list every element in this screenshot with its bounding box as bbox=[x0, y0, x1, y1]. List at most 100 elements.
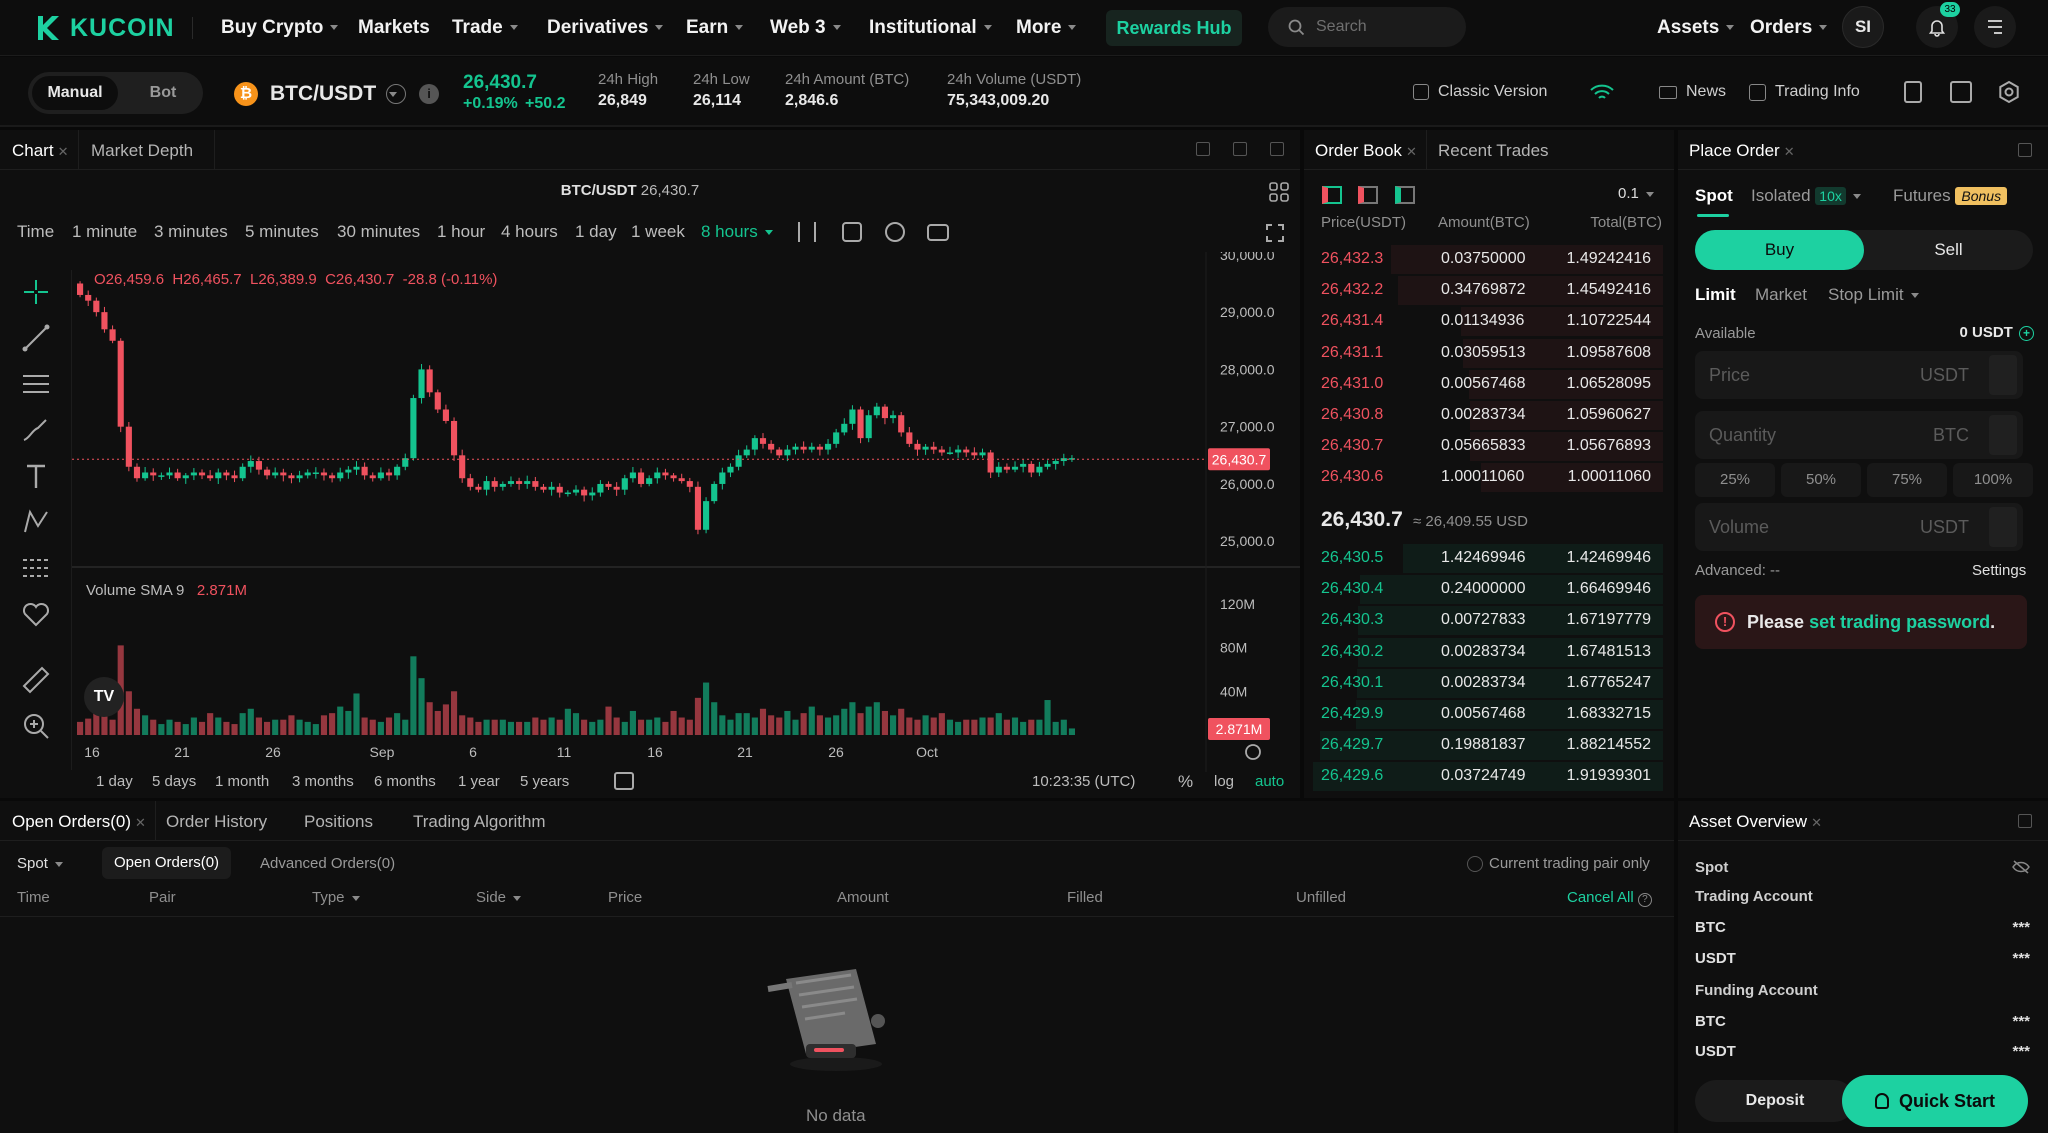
col-type[interactable]: Type bbox=[312, 889, 360, 906]
order-type-isolated[interactable]: Isolated 10x bbox=[1751, 186, 1861, 206]
tab-positions[interactable]: Positions bbox=[304, 812, 373, 832]
interval-1m[interactable]: 1 minute bbox=[72, 222, 137, 242]
nav-orders[interactable]: Orders bbox=[1750, 0, 1828, 56]
range-1m[interactable]: 1 month bbox=[215, 773, 269, 790]
ask-row[interactable]: 26,431.4 0.01134936 1.10722544 bbox=[1309, 306, 1663, 337]
bid-row[interactable]: 26,430.5 1.42469946 1.42469946 bbox=[1309, 543, 1663, 574]
subtab-open-orders[interactable]: Open Orders(0) bbox=[102, 847, 232, 879]
col-side[interactable]: Side bbox=[476, 889, 522, 906]
mode-market[interactable]: Market bbox=[1755, 285, 1807, 305]
fullscreen-icon[interactable] bbox=[1266, 224, 1284, 242]
nav-markets[interactable]: Markets bbox=[358, 0, 430, 56]
search-input[interactable]: Search bbox=[1268, 7, 1466, 47]
nav-institutional[interactable]: Institutional bbox=[869, 0, 992, 56]
quick-start-button[interactable]: Quick Start bbox=[1842, 1075, 2028, 1127]
range-3m[interactable]: 3 months bbox=[292, 773, 354, 790]
view-asks-icon[interactable] bbox=[1358, 186, 1378, 204]
interval-30m[interactable]: 30 minutes bbox=[337, 222, 420, 242]
tab-asset-overview[interactable]: Asset Overview ✕ bbox=[1689, 812, 1822, 832]
tab-chart[interactable]: Chart ✕ bbox=[12, 141, 68, 161]
candle-type-icon[interactable] bbox=[798, 222, 816, 242]
fib-icon[interactable] bbox=[20, 552, 52, 584]
popout-icon[interactable] bbox=[1233, 142, 1247, 156]
grid-layout-icon[interactable] bbox=[1269, 182, 1289, 202]
pair-selector[interactable]: ₿ BTC/USDT bbox=[234, 80, 407, 108]
tab-open-orders[interactable]: Open Orders(0) ✕ bbox=[12, 812, 146, 832]
ask-row[interactable]: 26,432.3 0.03750000 1.49242416 bbox=[1309, 244, 1663, 275]
deposit-button[interactable]: Deposit bbox=[1695, 1080, 1855, 1122]
tab-trading-algorithm[interactable]: Trading Algorithm bbox=[413, 812, 546, 832]
rewards-hub-button[interactable]: Rewards Hub bbox=[1106, 10, 1242, 46]
range-5d[interactable]: 5 days bbox=[152, 773, 196, 790]
bid-row[interactable]: 26,429.9 0.00567468 1.68332715 bbox=[1309, 699, 1663, 730]
indicator-icon[interactable] bbox=[842, 222, 862, 242]
info-icon[interactable]: i bbox=[419, 84, 439, 104]
current-pair-checkbox[interactable]: Current trading pair only bbox=[1467, 855, 1650, 872]
window-icon[interactable] bbox=[1196, 142, 1210, 156]
bid-row[interactable]: 26,429.6 0.03724749 1.91939301 bbox=[1309, 761, 1663, 792]
bot-mode-button[interactable]: Bot bbox=[128, 76, 198, 110]
percent-100-button[interactable]: 100% bbox=[1953, 463, 2033, 497]
ask-row[interactable]: 26,431.1 0.03059513 1.09587608 bbox=[1309, 338, 1663, 369]
popout-icon[interactable] bbox=[2018, 143, 2032, 157]
utc-clock[interactable]: 10:23:35 (UTC) bbox=[1032, 773, 1135, 790]
range-6m[interactable]: 6 months bbox=[374, 773, 436, 790]
kucoin-logo[interactable]: KUCOIN bbox=[34, 12, 175, 44]
interval-time[interactable]: Time bbox=[17, 222, 54, 242]
subtab-advanced-orders[interactable]: Advanced Orders(0) bbox=[260, 855, 395, 872]
tab-recent-trades[interactable]: Recent Trades bbox=[1438, 141, 1549, 161]
mid-price-row[interactable]: 26,430.7 ≈ 26,409.55 USD bbox=[1309, 504, 1663, 538]
news-link[interactable]: News bbox=[1659, 83, 1726, 101]
classic-version-link[interactable]: Classic Version bbox=[1413, 83, 1547, 101]
bid-row[interactable]: 26,430.4 0.24000000 1.66469946 bbox=[1309, 574, 1663, 605]
quantity-input[interactable]: Quantity BTC bbox=[1695, 411, 2023, 459]
buy-tab[interactable]: Buy bbox=[1695, 230, 1864, 270]
stepper-icon[interactable] bbox=[1989, 355, 2017, 395]
order-type-spot[interactable]: Spot bbox=[1695, 186, 1733, 206]
text-tool-icon[interactable] bbox=[20, 460, 52, 492]
settings-icon[interactable] bbox=[1997, 80, 2021, 104]
nav-earn[interactable]: Earn bbox=[686, 0, 744, 56]
stepper-icon[interactable] bbox=[1989, 507, 2017, 547]
bid-row[interactable]: 26,430.2 0.00283734 1.67481513 bbox=[1309, 637, 1663, 668]
panel-icon[interactable] bbox=[1950, 81, 1972, 103]
range-5y[interactable]: 5 years bbox=[520, 773, 569, 790]
nav-buy-crypto[interactable]: Buy Crypto bbox=[221, 0, 339, 56]
ruler-icon[interactable] bbox=[20, 664, 52, 696]
range-1y[interactable]: 1 year bbox=[458, 773, 500, 790]
favorite-icon[interactable] bbox=[20, 598, 52, 630]
popout-icon[interactable] bbox=[2018, 814, 2032, 828]
layout-icon[interactable] bbox=[1904, 81, 1922, 103]
camera-icon[interactable] bbox=[927, 224, 949, 241]
range-1d[interactable]: 1 day bbox=[96, 773, 133, 790]
view-both-icon[interactable] bbox=[1322, 186, 1342, 204]
bid-row[interactable]: 26,430.3 0.00727833 1.67197779 bbox=[1309, 605, 1663, 636]
interval-5m[interactable]: 5 minutes bbox=[245, 222, 319, 242]
menu-button[interactable] bbox=[1974, 6, 2016, 48]
auto-toggle[interactable]: auto bbox=[1255, 773, 1284, 790]
interval-8h[interactable]: 8 hours bbox=[701, 222, 773, 242]
ask-row[interactable]: 26,431.0 0.00567468 1.06528095 bbox=[1309, 369, 1663, 400]
mode-limit[interactable]: Limit bbox=[1695, 285, 1736, 305]
bid-row[interactable]: 26,430.1 0.00283734 1.67765247 bbox=[1309, 668, 1663, 699]
sell-tab[interactable]: Sell bbox=[1864, 230, 2033, 270]
precision-select[interactable]: 0.1 bbox=[1618, 185, 1654, 202]
zoom-in-icon[interactable] bbox=[20, 710, 52, 742]
log-toggle[interactable]: log bbox=[1214, 773, 1234, 790]
advanced-select[interactable]: Advanced: -- bbox=[1695, 562, 1780, 579]
percent-75-button[interactable]: 75% bbox=[1867, 463, 1947, 497]
cancel-all-button[interactable]: Cancel All ? bbox=[1567, 889, 1652, 907]
ask-row[interactable]: 26,432.2 0.34769872 1.45492416 bbox=[1309, 275, 1663, 306]
interval-4h[interactable]: 4 hours bbox=[501, 222, 558, 242]
avatar[interactable]: SI bbox=[1842, 6, 1884, 48]
crosshair-icon[interactable] bbox=[20, 276, 52, 308]
expand-icon[interactable] bbox=[1270, 142, 1284, 156]
pattern-icon[interactable] bbox=[20, 506, 52, 538]
interval-1h[interactable]: 1 hour bbox=[437, 222, 485, 242]
horizontal-lines-icon[interactable] bbox=[20, 368, 52, 400]
add-funds-icon[interactable]: + bbox=[2019, 326, 2034, 341]
stepper-icon[interactable] bbox=[1989, 415, 2017, 455]
tab-order-book[interactable]: Order Book ✕ bbox=[1315, 141, 1417, 161]
tradingview-logo[interactable]: TV bbox=[84, 677, 124, 717]
ask-row[interactable]: 26,430.7 0.05665833 1.05676893 bbox=[1309, 431, 1663, 462]
